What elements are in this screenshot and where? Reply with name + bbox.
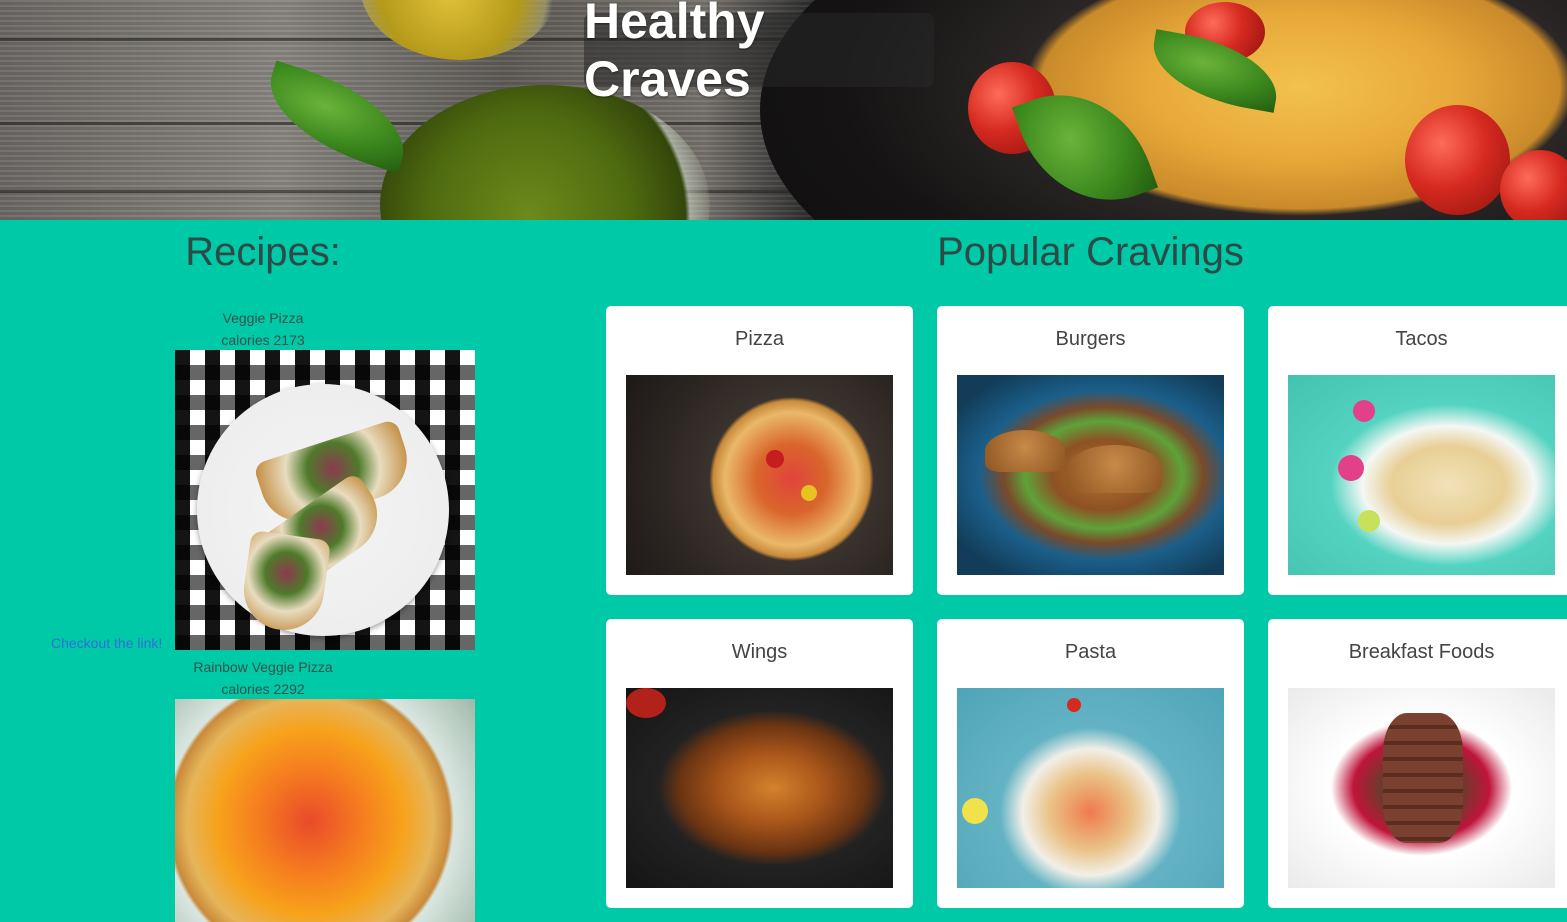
rainbow-veggie-pizza-image [175, 699, 475, 922]
recipe-name: Rainbow Veggie Pizza [193, 659, 333, 675]
craving-card-wings[interactable]: Wings [606, 619, 913, 908]
tomato [1405, 105, 1510, 215]
breakfast-foods-image [1288, 688, 1555, 888]
oil-jar [360, 0, 560, 60]
craving-card-burgers[interactable]: Burgers [937, 306, 1244, 595]
pasta-image [957, 688, 1224, 888]
pizza-image [626, 375, 893, 575]
veggie-pizza-image [175, 350, 475, 650]
recipe-caption: Rainbow Veggie Pizza calories 2292 [113, 656, 413, 700]
pancake-stack [1383, 713, 1463, 843]
burger-bun [985, 430, 1065, 472]
basil-leaf [175, 761, 236, 822]
card-title: Breakfast Foods [1348, 641, 1495, 663]
wood-board-line [0, 122, 800, 125]
recipe-calories: calories 2173 [221, 332, 305, 348]
basil-leaf [254, 60, 420, 174]
burger-bun [1067, 445, 1162, 493]
craving-card-tacos[interactable]: Tacos [1268, 306, 1567, 595]
radish-slice [1353, 400, 1375, 422]
site-title: Healthy Craves [584, 0, 765, 107]
card-title: Pasta [1064, 641, 1117, 663]
card-title: Burgers [1055, 328, 1126, 350]
radish-slice [1338, 455, 1364, 481]
burgers-image [957, 375, 1224, 575]
recipe-calories: calories 2292 [221, 681, 305, 697]
card-title: Tacos [1395, 328, 1448, 350]
tomato-topping [801, 485, 817, 501]
site-title-box: Healthy Craves [584, 0, 934, 107]
checkout-link[interactable]: Checkout the link! [51, 635, 162, 651]
craving-card-breakfast-foods[interactable]: Breakfast Foods [1268, 619, 1567, 908]
wings-image [626, 688, 893, 888]
card-title: Pizza [735, 328, 784, 350]
sauce-bowl [626, 688, 666, 718]
craving-card-pasta[interactable]: Pasta [937, 619, 1244, 908]
popular-heading: Popular Cravings [937, 230, 1244, 274]
lime-slice [1358, 510, 1380, 532]
recipe-caption: Veggie Pizza calories 2173 [113, 307, 413, 351]
tacos-image [1288, 375, 1555, 575]
tomato-topping [766, 450, 784, 468]
card-title: Wings [731, 641, 788, 663]
lemon [962, 798, 988, 824]
recipe-name: Veggie Pizza [222, 310, 304, 326]
recipes-heading: Recipes: [185, 230, 341, 274]
craving-card-pizza[interactable]: Pizza [606, 306, 913, 595]
hero-banner: Healthy Craves [0, 0, 1567, 220]
cherry-tomato [1067, 698, 1081, 712]
